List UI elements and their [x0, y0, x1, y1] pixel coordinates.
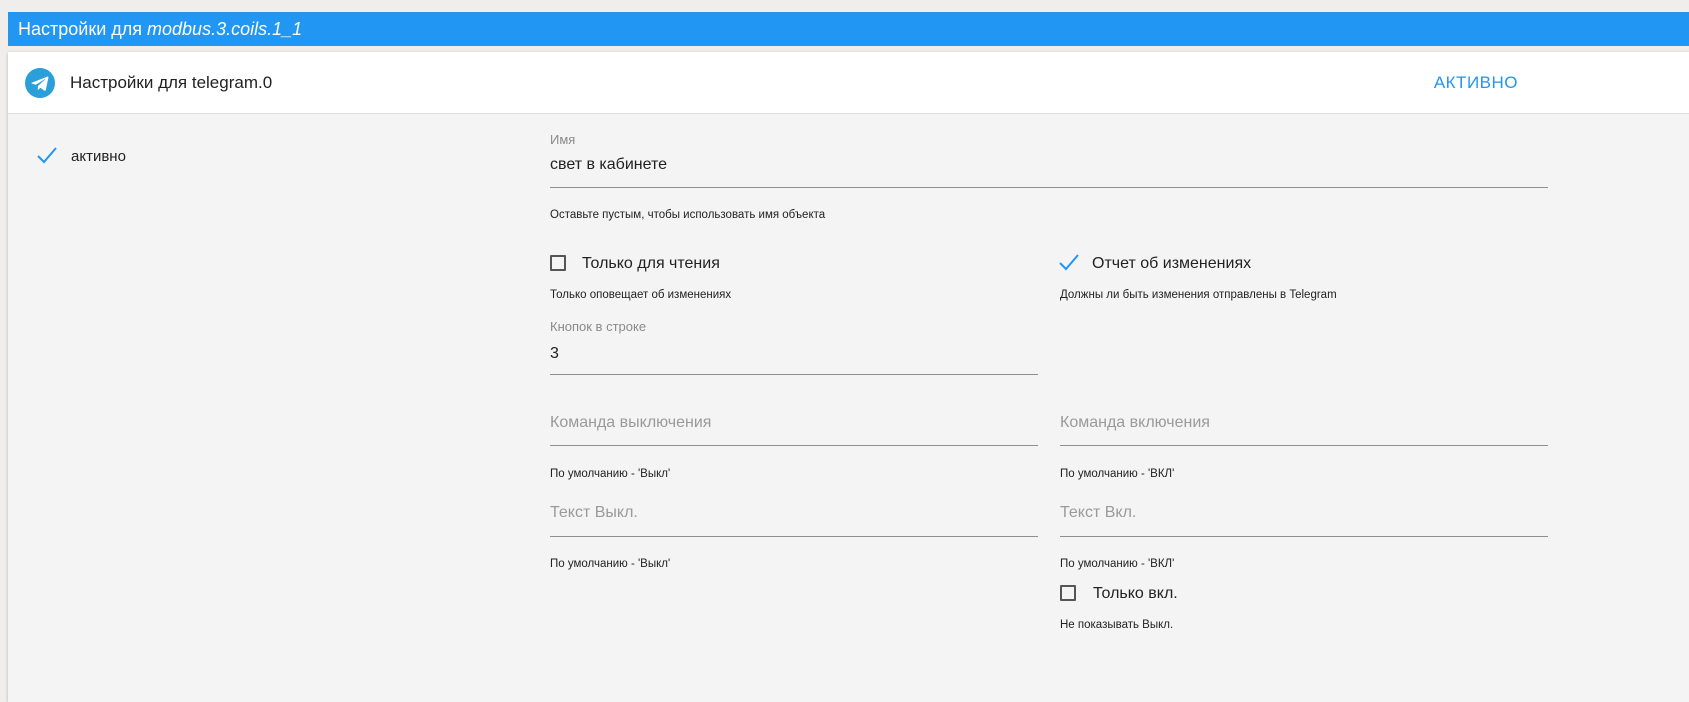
off-command-helper: По умолчанию - 'Выкл': [550, 468, 671, 480]
off-text-helper: По умолчанию - 'Выкл': [550, 558, 671, 570]
only-on-checkbox[interactable]: [1060, 585, 1076, 601]
off-text-input[interactable]: Текст Выкл.: [550, 504, 1038, 534]
adapter-settings-panel: Настройки для telegram.0 АКТИВНО активно…: [8, 52, 1689, 702]
buttons-per-row-label: Кнопок в строке: [550, 319, 647, 334]
off-command-underline: [550, 445, 1038, 446]
telegram-icon: [25, 68, 55, 98]
adapter-status-toggle[interactable]: АКТИВНО: [1434, 52, 1518, 114]
dialog-title-object-id: modbus.3.coils.1_1: [147, 19, 303, 39]
on-command-helper: По умолчанию - 'ВКЛ': [1060, 468, 1175, 480]
read-only-checkbox[interactable]: [550, 255, 566, 271]
off-text-underline: [550, 536, 1038, 537]
name-field-label: Имя: [550, 132, 576, 147]
enabled-label: активно: [71, 148, 126, 165]
on-command-input[interactable]: Команда включения: [1060, 414, 1548, 444]
off-command-input[interactable]: Команда выключения: [550, 414, 1038, 444]
on-text-input[interactable]: Текст Вкл.: [1060, 504, 1548, 534]
off-text-placeholder: Текст Выкл.: [550, 504, 638, 521]
on-command-underline: [1060, 445, 1548, 446]
name-field[interactable]: свет в кабинете: [550, 156, 1548, 188]
report-changes-helper: Должны ли быть изменения отправлены в Te…: [1060, 289, 1337, 301]
read-only-label: Только для чтения: [582, 255, 720, 272]
enabled-checkbox[interactable]: [36, 146, 58, 166]
on-text-placeholder: Текст Вкл.: [1060, 504, 1137, 521]
buttons-per-row-input[interactable]: 3: [550, 345, 1038, 375]
on-command-placeholder: Команда включения: [1060, 414, 1210, 431]
on-text-underline: [1060, 536, 1548, 537]
only-on-helper: Не показывать Выкл.: [1060, 619, 1174, 631]
name-field-underline: [550, 187, 1548, 188]
adapter-settings-header[interactable]: Настройки для telegram.0 АКТИВНО: [8, 52, 1689, 114]
name-field-helper: Оставьте пустым, чтобы использовать имя …: [550, 209, 826, 221]
on-text-helper: По умолчанию - 'ВКЛ': [1060, 558, 1175, 570]
only-on-label: Только вкл.: [1093, 585, 1178, 602]
dialog-title-bar: Настройки для modbus.3.coils.1_1: [8, 12, 1689, 46]
name-field-value: свет в кабинете: [550, 156, 668, 173]
buttons-per-row-underline: [550, 374, 1038, 375]
read-only-helper: Только оповещает об изменениях: [550, 289, 732, 301]
dialog-title-prefix: Настройки для: [18, 19, 143, 39]
report-changes-checkbox[interactable]: [1058, 253, 1080, 273]
buttons-per-row-value: 3: [550, 345, 559, 362]
report-changes-label: Отчет об изменениях: [1092, 255, 1252, 272]
off-command-placeholder: Команда выключения: [550, 414, 712, 431]
adapter-settings-title: Настройки для telegram.0: [70, 73, 273, 92]
